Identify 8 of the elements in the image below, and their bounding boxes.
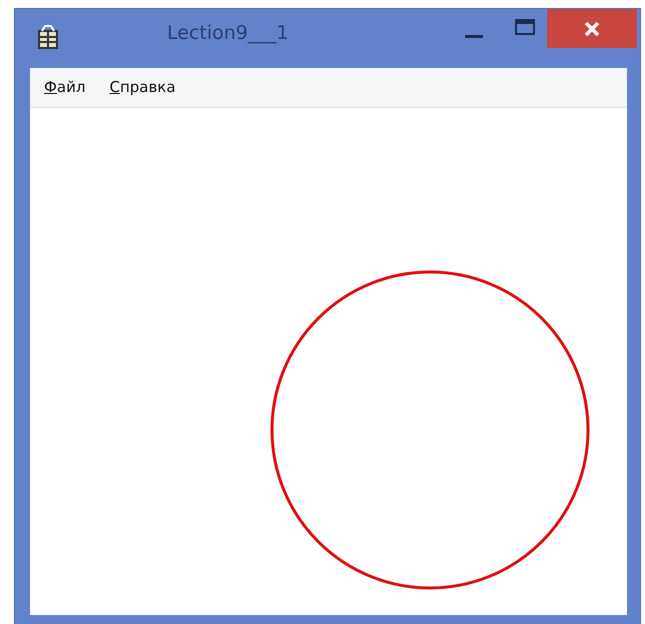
close-icon: [583, 20, 601, 38]
window-title: Lection9___1: [167, 21, 288, 46]
maximize-icon: [514, 16, 536, 37]
menu-item[interactable]: Файл: [44, 76, 86, 99]
close-button[interactable]: [547, 9, 637, 48]
minimize-icon: [465, 35, 483, 38]
app-icon: [37, 25, 59, 49]
menu-item[interactable]: Справка: [109, 76, 176, 99]
